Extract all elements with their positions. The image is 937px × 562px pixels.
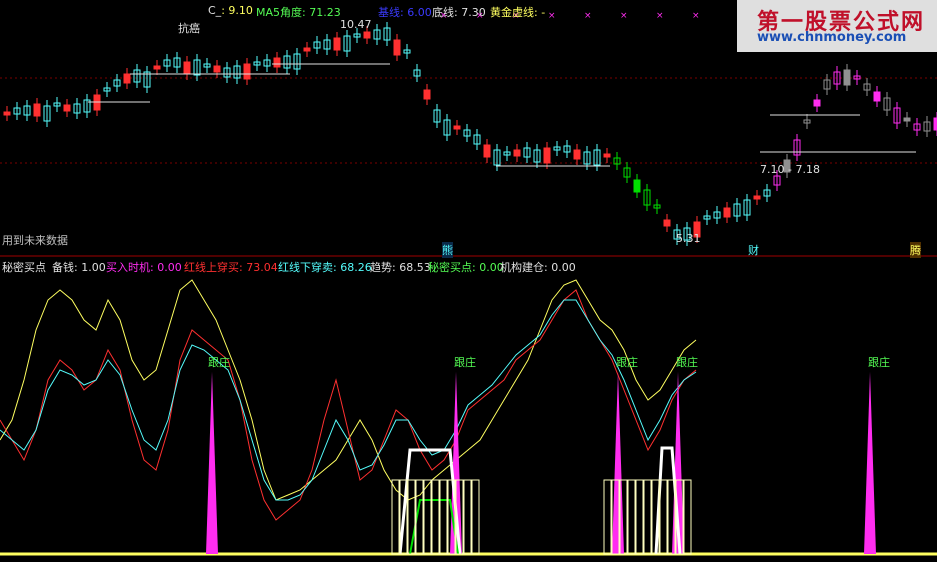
candle-body [333,37,341,51]
candle-body [723,207,731,218]
candle-body [483,144,491,158]
red-cross-down-value: 红线下穿卖: 68.26 [278,261,372,274]
candle-body [123,73,131,84]
candle-body [873,91,881,102]
candle-body [453,125,461,130]
candle-body [663,219,671,227]
candle-body [243,63,251,80]
candle-body [813,99,821,107]
chart-canvas: × × × × × × × × [0,11,937,556]
red-cross-up-value: 红线上穿买: 73.04 [184,261,278,274]
candle-body [153,65,161,70]
volume-bar [463,479,472,555]
signal-spike [864,372,876,554]
candle-body [843,69,851,86]
red-line [0,289,697,521]
trend-line [0,279,697,501]
axis-tag-3: 腾 [910,242,921,258]
chip-label: 抗癌 [178,22,200,35]
candle-body [513,149,521,157]
candle-body [3,111,11,116]
volume-bar [431,479,440,555]
trend-value: 趋势: 68.53 [370,261,431,274]
volume-bar [683,479,692,555]
signal-label: 跟庄 [454,356,476,369]
watermark-logo: 第一股票公式网 www.chnmoney.com [737,0,937,52]
buy-timing-value: 买入时机: 0.00 [106,261,182,274]
range-label: 7.10 - 7.18 [760,163,820,176]
candle-body [303,47,311,52]
signal-label: 跟庄 [616,356,638,369]
signal-label: 跟庄 [868,356,890,369]
low-price-label: 5.31 [676,232,701,245]
high-price-label: 10.47 [340,18,372,31]
candle-body [63,104,71,112]
candle-body [183,61,191,75]
candle-body [213,65,221,73]
marker-x: × [584,11,592,21]
secret-buy-value: 秘密买点: 0.00 [428,261,504,274]
signal-spike [206,372,218,554]
candle-body [33,103,41,117]
marker-x: × [692,11,700,21]
gold-dashed-line-value: 黄金虚线: - [490,6,546,19]
volume-bar [627,479,636,555]
indicator-name: 秘密买点 [2,261,46,274]
future-data-hint: 用到未来数据 [2,234,68,247]
volume-bar [423,479,432,555]
candle-body [633,179,641,193]
candle-body [543,147,551,164]
axis-tag-1: 熊 [442,242,453,258]
volume-bar [603,479,612,555]
axis-tag-2: 财 [748,244,759,257]
candle-body [753,195,761,200]
volume-bar [643,479,652,555]
watermark-url: www.chnmoney.com [757,30,907,45]
candle-body [423,89,431,100]
marker-x: × [620,11,628,21]
candle-body [903,117,911,122]
candle-body [363,31,371,39]
signal-spike [612,372,624,554]
volume-bar [635,479,644,555]
marker-x: × [548,11,556,21]
marker-x: × [656,11,664,21]
signal-label: 跟庄 [208,356,230,369]
candle-body [393,39,401,56]
reserve-value: 备钱: 1.00 [52,261,106,274]
base-line-value: 基线: 6.00 [378,6,432,19]
volume-bar [439,479,448,555]
ma5-angle: MA5角度: 71.23 [256,6,341,19]
c-label: C_: 9.10 [208,4,253,17]
cyan-line [0,299,697,501]
bottom-line-value: 底线: 7.30 [432,6,486,19]
institution-build-value: 机构建仓: 0.00 [500,261,576,274]
candle-body [273,57,281,68]
signal-label: 跟庄 [676,356,698,369]
candle-body [603,153,611,158]
candle-body [573,149,581,160]
volume-bar [471,479,480,555]
